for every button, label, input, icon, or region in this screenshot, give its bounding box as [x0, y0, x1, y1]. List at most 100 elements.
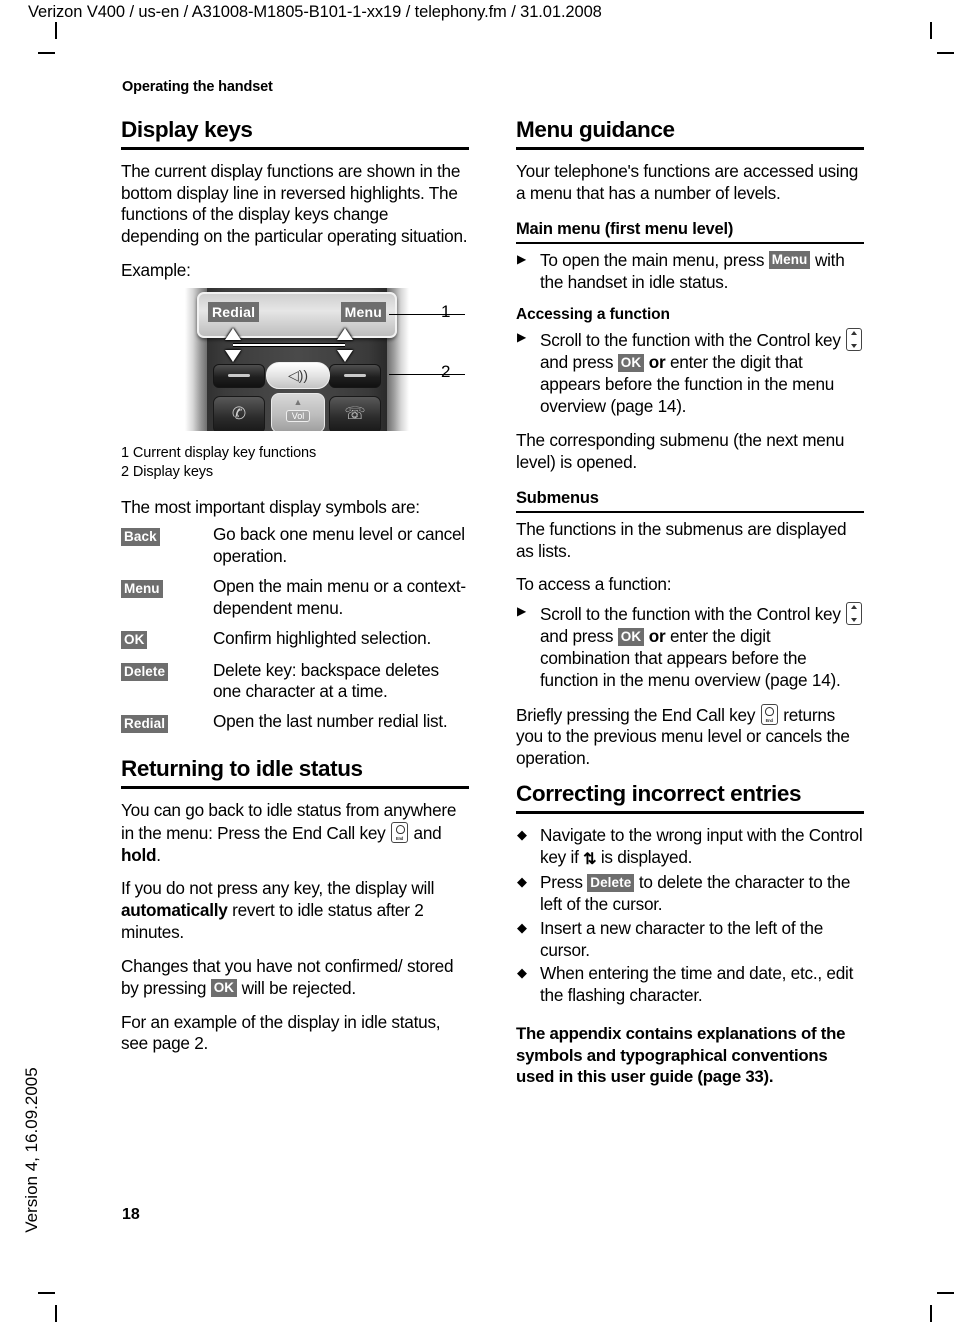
running-head: Operating the handset	[122, 79, 273, 95]
arrow-up-left-icon	[225, 327, 241, 340]
end-call-key-icon[interactable]: ☏	[329, 395, 381, 431]
idle-p2-a: If you do not press any key, the display…	[121, 878, 435, 899]
callout-number-1: 1	[441, 301, 451, 321]
display-keys-intro: The current display functions are shown …	[121, 160, 468, 247]
heading-rule	[121, 146, 469, 150]
list-item: ◆ Navigate to the wrong input with the Co…	[516, 825, 864, 870]
list-item: ▶ Scroll to the function with the Control…	[516, 602, 864, 691]
leader-line-1	[389, 313, 465, 316]
callout-number-2: 2	[441, 361, 451, 381]
idle-p1-c: .	[156, 844, 161, 865]
step-text-or: or	[648, 352, 666, 373]
submenus-steps: ▶ Scroll to the function with the Control…	[516, 602, 864, 691]
key-badge-ok[interactable]: OK	[210, 979, 238, 998]
heading-accessing-function: Accessing a function	[516, 306, 670, 324]
display-key-left[interactable]	[213, 363, 265, 388]
screen-softkey-label-redial: Redial	[208, 301, 260, 322]
appendix-note: The appendix contains explanations of th…	[516, 1024, 846, 1087]
right-column: Menu guidance Your telephone's functions…	[516, 117, 864, 1088]
idle-paragraph-3: Changes that you have not confirmed/ sto…	[121, 956, 469, 1000]
key-badge-ok[interactable]: OK	[617, 353, 645, 372]
main-menu-steps: ▶ To open the main menu, press Menu with …	[516, 250, 864, 294]
step-text-b: and press	[540, 626, 614, 647]
diamond-bullet-icon: ◆	[517, 826, 527, 842]
list-item: ◆ When entering the time and date, etc., …	[516, 963, 864, 1007]
crop-mark-top-right-h	[937, 52, 954, 54]
bullet-text-a: Press	[540, 872, 583, 893]
key-badge-delete[interactable]: Delete	[121, 663, 169, 682]
key-badge-menu[interactable]: Menu	[768, 251, 811, 270]
symbol-desc: Go back one menu level or cancel operati…	[213, 524, 465, 567]
end-call-key-icon	[391, 821, 409, 843]
volume-key[interactable]: ▲ Vol	[271, 392, 325, 431]
crop-mark-top-right-v	[930, 22, 932, 39]
display-key-right[interactable]	[329, 363, 381, 388]
accessing-steps: ▶ Scroll to the function with the Control…	[516, 328, 864, 417]
side-version-label: Version 4, 16.09.2005	[22, 1067, 41, 1233]
key-badge-back[interactable]: Back	[121, 527, 160, 546]
idle-p1-b: and	[413, 822, 442, 843]
heading-display-keys: Display keys	[121, 117, 253, 142]
symbol-desc: Open the main menu or a context-dependen…	[213, 576, 466, 618]
page-number: 18	[122, 1206, 140, 1223]
key-badge-redial[interactable]: Redial	[121, 714, 169, 733]
bullet-text: Insert a new character to the left of th…	[540, 917, 824, 960]
example-label: Example:	[121, 260, 191, 281]
crop-mark-top-left-h	[38, 52, 55, 54]
symbol-desc: Open the last number redial list.	[213, 711, 448, 732]
list-item: ◆ Press Delete to delete the character to…	[516, 872, 864, 916]
menu-guidance-intro: Your telephone's functions are accessed …	[516, 160, 859, 203]
key-badge-delete[interactable]: Delete	[587, 873, 635, 892]
arrow-bullet-icon: ▶	[517, 251, 526, 266]
idle-p3-b: will be rejected.	[241, 977, 356, 998]
control-key-icon	[846, 602, 863, 626]
subheading-rule	[516, 242, 864, 244]
diamond-bullet-icon: ◆	[517, 874, 527, 890]
symbol-cell: OK	[121, 628, 213, 660]
step-text-or: or	[648, 626, 666, 647]
table-row: Back Go back one menu level or cancel op…	[121, 524, 469, 576]
figure-legend-1: 1 Current display key functions	[121, 444, 317, 461]
list-item: ◆ Insert a new character to the left of t…	[516, 918, 864, 962]
crop-mark-bottom-left-v	[55, 1305, 57, 1322]
key-badge-menu[interactable]: Menu	[121, 579, 163, 598]
heading-returning-idle: Returning to idle status	[121, 756, 363, 782]
heading-menu-guidance: Menu guidance	[516, 117, 675, 142]
idle-paragraph-1: You can go back to idle status from anyw…	[121, 800, 469, 867]
step-text-a: To open the main menu, press	[540, 249, 765, 270]
end-call-key-icon	[760, 703, 778, 725]
accessing-after-text: The corresponding submenu (the next menu…	[516, 429, 845, 472]
symbol-cell: Back	[121, 524, 213, 576]
idle-paragraph-4: For an example of the display in idle st…	[121, 1011, 441, 1054]
key-badge-ok[interactable]: OK	[121, 631, 148, 650]
crop-mark-bottom-right-h	[937, 1292, 954, 1294]
diamond-bullet-icon: ◆	[517, 965, 527, 981]
symbol-cell: Delete	[121, 660, 213, 712]
document-header: Verizon V400 / us-en / A31008-M1805-B101…	[28, 3, 602, 21]
up-down-arrow-icon: ⇅	[583, 850, 597, 868]
control-key-icon	[846, 328, 863, 352]
table-row: Delete Delete key: backspace deletes one…	[121, 660, 469, 712]
heading-rule	[516, 810, 864, 814]
call-key-icon[interactable]: ✆	[213, 395, 265, 431]
bullet-text-b: is displayed.	[600, 846, 693, 867]
arrow-bullet-icon: ▶	[517, 604, 526, 619]
diamond-bullet-icon: ◆	[517, 919, 527, 935]
key-badge-ok[interactable]: OK	[617, 627, 645, 646]
speaker-icon[interactable]: ◁))	[266, 361, 330, 389]
heading-correcting-entries: Correcting incorrect entries	[516, 781, 802, 807]
arrow-bullet-icon: ▶	[517, 330, 526, 345]
leader-line-2	[389, 373, 465, 376]
step-text-a: Scroll to the function with the Control …	[540, 604, 841, 625]
figure-legend: 1 Current display key functions 2 Displa…	[121, 444, 469, 483]
arrow-up-right-icon	[337, 327, 353, 340]
symbol-cell: Menu	[121, 576, 213, 628]
subheading-rule	[516, 511, 864, 513]
handset-photo: Redial Menu ◁)) ✆ ☏ ▲ Vol	[185, 287, 409, 431]
bullet-text: When entering the time and date, etc., e…	[540, 963, 854, 1006]
submenus-after-a: Briefly pressing the End Call key	[516, 704, 756, 725]
crop-mark-top-left-v	[55, 22, 57, 39]
heading-main-menu: Main menu (first menu level)	[516, 220, 734, 239]
heading-rule	[516, 146, 864, 150]
list-item: ▶ Scroll to the function with the Control…	[516, 328, 864, 417]
